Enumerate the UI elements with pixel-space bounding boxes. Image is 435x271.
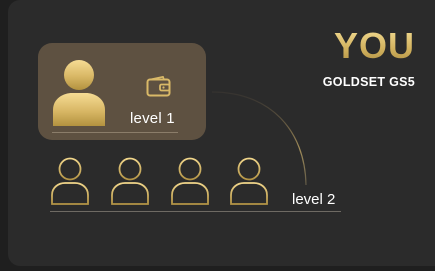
user-outline-icon[interactable]	[110, 156, 150, 206]
level-2-label: level 2	[292, 191, 336, 208]
user-outline-icon[interactable]	[50, 156, 90, 206]
user-icon	[53, 60, 105, 126]
user-outline-icon[interactable]	[170, 156, 210, 206]
level-2-divider	[50, 211, 341, 212]
level-1-divider	[52, 132, 178, 133]
user-outline-icon[interactable]	[229, 156, 269, 206]
page-title: YOU	[333, 25, 415, 66]
wallet-icon[interactable]	[146, 76, 171, 97]
page-subtitle: GOLDSET GS5	[322, 75, 415, 89]
level-1-label: level 1	[130, 110, 175, 127]
